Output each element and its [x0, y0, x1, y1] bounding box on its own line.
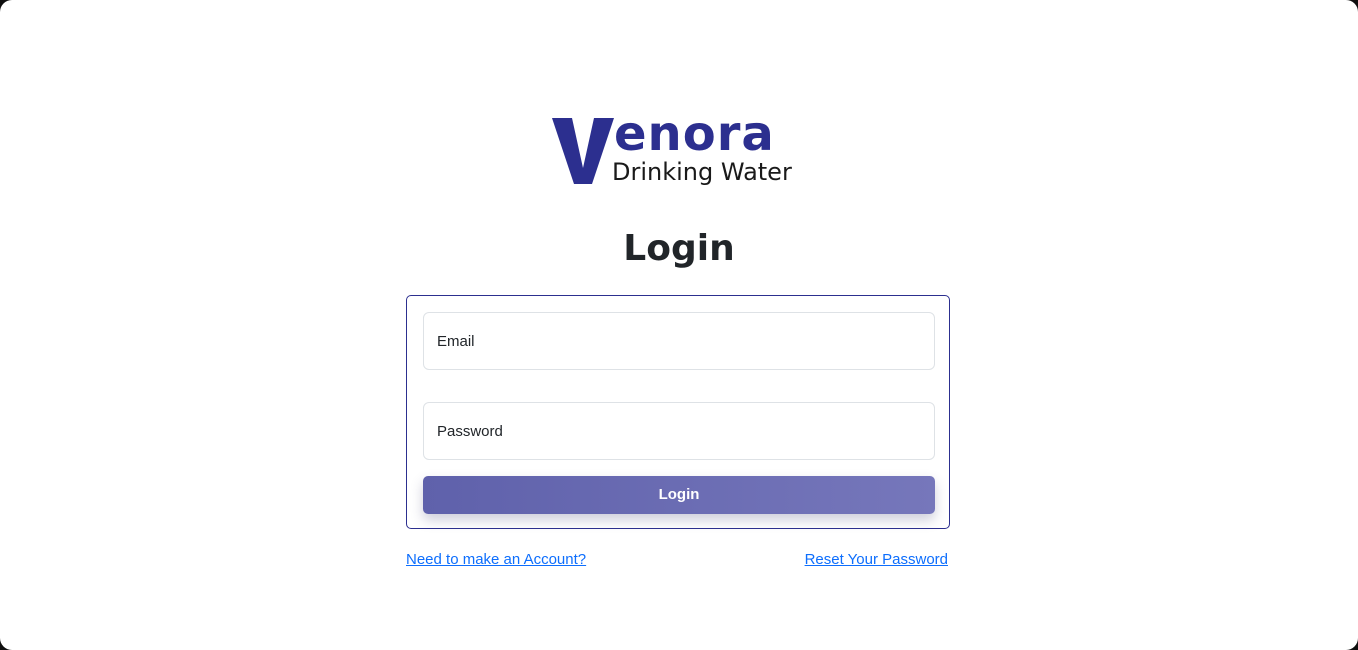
login-button[interactable]: Login	[423, 476, 935, 514]
reset-password-link[interactable]: Reset Your Password	[805, 550, 948, 570]
logo-v-mark	[552, 118, 614, 184]
page-title: Login	[623, 228, 735, 269]
email-label: Email	[437, 333, 475, 350]
app-window: enora Drinking Water Login Email Passwor…	[0, 0, 1358, 650]
logo-wordmark: enora	[614, 106, 775, 162]
venora-logo: enora Drinking Water	[552, 106, 812, 192]
login-form: Email Password Login	[406, 295, 950, 529]
email-field[interactable]: Email	[423, 312, 935, 370]
password-field[interactable]: Password	[423, 402, 935, 460]
create-account-link[interactable]: Need to make an Account?	[406, 550, 586, 570]
password-label: Password	[437, 423, 503, 440]
logo-tagline: Drinking Water	[612, 158, 792, 186]
